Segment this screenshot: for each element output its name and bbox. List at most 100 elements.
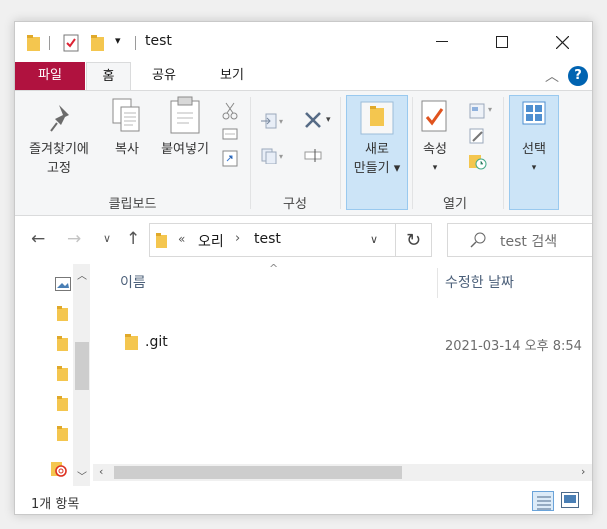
- chevron-down-icon: ▾: [279, 152, 284, 161]
- copy-path-icon[interactable]: [222, 126, 238, 142]
- window-title: test: [145, 33, 172, 49]
- address-history-chevron-icon[interactable]: ∨: [370, 233, 378, 246]
- properties-label: 속성: [423, 142, 447, 157]
- column-divider[interactable]: [437, 268, 438, 298]
- up-arrow-icon[interactable]: ↑: [126, 229, 140, 249]
- open-group-label: 열기: [443, 197, 467, 212]
- group-separator: [340, 97, 341, 209]
- paste-shortcut-icon[interactable]: [222, 149, 238, 167]
- refresh-button[interactable]: ↻: [396, 223, 432, 257]
- overflow-crumb[interactable]: «: [178, 232, 185, 246]
- recent-locations-chevron-icon[interactable]: ∨: [103, 232, 111, 245]
- rename-icon[interactable]: [304, 147, 322, 163]
- item-count: 1개 항목: [31, 497, 80, 512]
- group-separator: [250, 97, 251, 209]
- help-icon[interactable]: ?: [568, 66, 588, 86]
- tab-file[interactable]: 파일: [15, 62, 85, 90]
- minimize-button[interactable]: [413, 22, 471, 62]
- tab-view[interactable]: 보기: [207, 62, 257, 90]
- organize-group-label: 구성: [283, 197, 307, 212]
- tab-home[interactable]: 홈: [86, 62, 131, 91]
- chevron-down-icon: ▾: [531, 163, 537, 173]
- file-modified-date: 2021-03-14 오후 8:54: [445, 339, 582, 354]
- chevron-down-icon: ▾: [488, 105, 493, 114]
- folder-icon[interactable]: [57, 306, 71, 322]
- select-icon[interactable]: [522, 101, 546, 129]
- navigation-bar: ← → ∨ ↑ « 오리 › test ∨ ↻ test 검색: [15, 220, 592, 260]
- file-name[interactable]: .git: [145, 334, 168, 350]
- title-bar: ▾ test: [15, 22, 592, 62]
- column-header-date[interactable]: 수정한 날짜: [445, 272, 514, 292]
- horizontal-scrollbar[interactable]: ‹ ›: [93, 464, 592, 481]
- close-button[interactable]: [533, 22, 591, 62]
- copy-button[interactable]: 복사: [107, 140, 147, 159]
- scroll-down-icon[interactable]: ﹀: [77, 468, 87, 483]
- properties-icon[interactable]: [420, 99, 450, 139]
- search-placeholder: test 검색: [500, 234, 558, 250]
- ribbon: 즐겨찾기에 고정 복사 붙여넣기 클립보드 ▾ ▾ ▾ 구성 새로 만들기 ▾ …: [15, 90, 592, 216]
- details-view-icon[interactable]: [532, 491, 554, 511]
- scrollbar-thumb[interactable]: [75, 342, 89, 390]
- pin-quick-access-button[interactable]: 즐겨찾기에 고정: [21, 140, 97, 178]
- collapse-ribbon-icon[interactable]: ︿: [545, 66, 559, 86]
- chevron-down-icon: ▾: [432, 163, 438, 173]
- folder-icon[interactable]: [57, 396, 71, 412]
- scroll-left-icon[interactable]: ‹: [99, 465, 103, 478]
- creative-cloud-folder-icon[interactable]: [49, 460, 71, 482]
- chevron-down-icon: ▾: [326, 115, 331, 125]
- paste-button[interactable]: 붙여넣기: [153, 140, 217, 159]
- back-arrow-icon[interactable]: ←: [31, 229, 45, 249]
- status-bar: 1개 항목: [15, 486, 592, 514]
- pin-icon[interactable]: [49, 103, 77, 137]
- breadcrumb-item[interactable]: test: [254, 231, 281, 247]
- forward-arrow-icon[interactable]: →: [67, 229, 81, 249]
- new-folder-label: 새로 만들기 ▾: [346, 140, 408, 178]
- maximize-button[interactable]: [473, 22, 531, 62]
- ribbon-tabs: 파일 홈 공유 보기 ︿ ?: [15, 62, 592, 91]
- copy-to-icon[interactable]: [261, 148, 277, 165]
- column-header-name[interactable]: 이름: [120, 272, 146, 292]
- paste-icon[interactable]: [169, 95, 201, 139]
- breadcrumb-separator-icon[interactable]: ›: [235, 231, 240, 246]
- navigation-pane: ︿ ﹀: [15, 264, 91, 486]
- cut-icon[interactable]: [222, 102, 238, 120]
- folder-icon: [156, 233, 168, 252]
- new-label-line1: 새로: [365, 142, 389, 157]
- move-to-icon[interactable]: [261, 113, 277, 129]
- scroll-right-icon[interactable]: ›: [581, 465, 585, 478]
- list-item[interactable]: .git 2021-03-14 오후 8:54: [93, 328, 592, 360]
- open-icon[interactable]: [469, 103, 485, 119]
- new-folder-icon[interactable]: [360, 101, 394, 139]
- new-label-line2: 만들기 ▾: [353, 161, 401, 176]
- properties-quick-icon[interactable]: [63, 34, 79, 56]
- breadcrumb-item[interactable]: 오리: [198, 231, 224, 251]
- scroll-up-icon[interactable]: ︿: [77, 267, 87, 282]
- chevron-down-icon: ▾: [279, 117, 284, 126]
- properties-button[interactable]: 속성 ▾: [413, 140, 457, 178]
- pin-label-line1: 즐겨찾기에: [29, 142, 89, 157]
- new-folder-quick-icon[interactable]: [91, 35, 105, 55]
- folder-icon: [125, 334, 139, 354]
- divider: [135, 36, 136, 50]
- large-icons-view-icon[interactable]: [561, 492, 579, 512]
- quick-access-dropdown-icon[interactable]: ▾: [115, 34, 121, 47]
- address-bar[interactable]: « 오리 › test ∨: [149, 223, 396, 257]
- copy-icon[interactable]: [111, 97, 143, 139]
- scrollbar-thumb[interactable]: [114, 466, 402, 479]
- select-label-wrap: 선택 ▾: [509, 140, 559, 178]
- edit-icon[interactable]: [469, 128, 485, 144]
- folder-icon[interactable]: [57, 426, 71, 442]
- delete-icon[interactable]: [304, 111, 321, 128]
- history-icon[interactable]: [469, 152, 487, 170]
- folder-icon[interactable]: [57, 366, 71, 382]
- folder-icon: [27, 35, 41, 55]
- search-icon: [470, 232, 486, 252]
- divider: [49, 36, 50, 50]
- nav-pane-scrollbar[interactable]: ︿ ﹀: [73, 264, 90, 486]
- search-box[interactable]: test 검색: [447, 223, 592, 257]
- pictures-icon[interactable]: [55, 276, 71, 295]
- folder-icon[interactable]: [57, 336, 71, 352]
- select-label: 선택: [522, 142, 546, 157]
- tab-share[interactable]: 공유: [139, 62, 189, 90]
- group-separator: [503, 97, 504, 209]
